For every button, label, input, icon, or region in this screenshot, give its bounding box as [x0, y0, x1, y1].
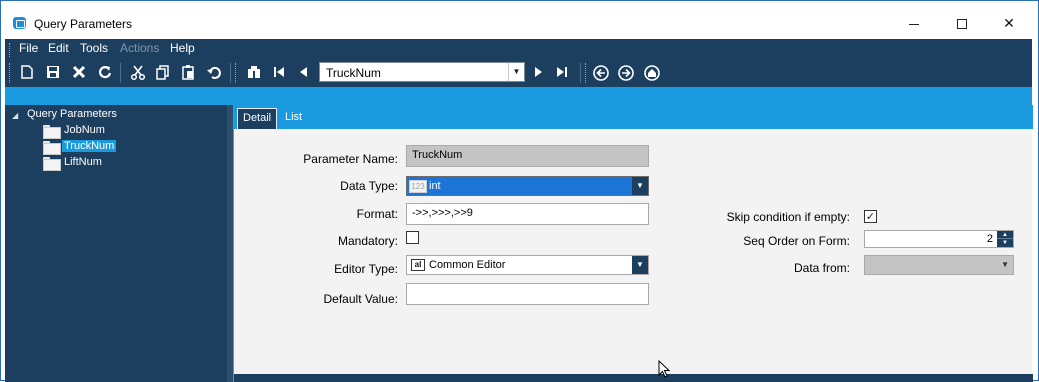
skip-condition-label: Skip condition if empty: — [726, 210, 850, 224]
data-type-combo[interactable]: 123 int ▼ — [406, 176, 649, 196]
detail-panel: Detail List Parameter Name: TruckNum Dat… — [233, 105, 1033, 382]
editor-type-combo[interactable]: aI Common Editor ▼ — [406, 255, 649, 275]
back-icon[interactable] — [592, 64, 610, 82]
refresh-icon[interactable] — [96, 64, 114, 82]
folder-icon — [43, 157, 61, 171]
menu-grip — [9, 43, 11, 57]
title-bar: Query Parameters ✕ — [1, 1, 1038, 39]
folder-icon — [43, 125, 61, 139]
close-icon: ✕ — [1003, 15, 1015, 31]
seq-order-value: 2 — [986, 233, 993, 245]
data-type-value: int — [429, 180, 441, 192]
seq-order-spin-buttons: ▲ ▼ — [997, 231, 1013, 247]
toolbar-separator — [580, 63, 581, 83]
seq-order-label: Seq Order on Form: — [743, 234, 850, 248]
seq-order-spinner[interactable]: 2 ▲ ▼ — [864, 230, 1014, 248]
format-field[interactable]: ->>,>>>,>>9 — [406, 203, 649, 225]
default-value-field[interactable] — [406, 283, 649, 305]
last-record-icon[interactable] — [553, 64, 571, 82]
copy-icon[interactable] — [154, 64, 172, 82]
mandatory-label: Mandatory: — [337, 234, 398, 248]
save-icon[interactable] — [44, 64, 62, 82]
new-icon[interactable] — [18, 64, 36, 82]
parameter-name-field: TruckNum — [406, 145, 649, 167]
app-icon — [13, 17, 26, 29]
menu-file[interactable]: File — [19, 41, 38, 55]
minimize-button[interactable] — [891, 9, 937, 37]
previous-record-icon[interactable] — [295, 64, 313, 82]
chevron-down-icon[interactable]: ▼ — [632, 256, 648, 274]
mouse-cursor-icon — [658, 360, 670, 378]
cut-icon[interactable] — [129, 64, 147, 82]
forward-icon[interactable] — [617, 64, 635, 82]
spin-down-icon[interactable]: ▼ — [997, 239, 1013, 247]
home-icon[interactable] — [643, 64, 661, 82]
editor-type-icon: aI — [411, 259, 425, 271]
menu-tools[interactable]: Tools — [80, 41, 108, 55]
header-strip — [5, 87, 1032, 105]
paste-icon[interactable] — [179, 64, 197, 82]
editor-type-value: Common Editor — [429, 259, 506, 271]
field-selector-value: TruckNum — [326, 66, 381, 80]
tab-bar: Detail List — [234, 105, 1033, 129]
menu-actions[interactable]: Actions — [120, 41, 159, 55]
undo-icon[interactable] — [205, 64, 223, 82]
skip-condition-checkbox[interactable]: ✓ — [864, 210, 877, 223]
tab-list[interactable]: List — [280, 108, 307, 129]
tree-item-trucknum[interactable]: TruckNum — [62, 140, 117, 152]
toolbar-grip — [585, 63, 587, 83]
tree-item-liftnum[interactable]: LiftNum — [64, 156, 102, 168]
toolbar-separator — [230, 63, 231, 83]
mandatory-checkbox[interactable] — [406, 231, 419, 244]
tree-root[interactable]: Query Parameters — [27, 108, 117, 120]
chevron-down-icon[interactable]: ▼ — [508, 63, 524, 81]
delete-icon[interactable] — [70, 64, 88, 82]
parameter-name-label: Parameter Name: — [303, 152, 398, 166]
menu-help[interactable]: Help — [170, 41, 195, 55]
tree-expand-icon[interactable]: ◢ — [12, 111, 18, 120]
find-icon[interactable] — [245, 64, 263, 82]
editor-type-label: Editor Type: — [334, 262, 398, 276]
default-value-label: Default Value: — [323, 292, 399, 306]
window-title: Query Parameters — [34, 17, 133, 31]
menu-toolbar-area: File Edit Tools Actions Help TruckNum ▼ — [5, 39, 1032, 87]
format-label: Format: — [356, 207, 398, 221]
minimize-icon — [909, 23, 919, 25]
spin-up-icon[interactable]: ▲ — [997, 231, 1013, 239]
first-record-icon[interactable] — [270, 64, 288, 82]
field-selector[interactable]: TruckNum ▼ — [319, 62, 525, 82]
tree-panel: ◢ Query Parameters JobNum TruckNum LiftN… — [5, 105, 227, 382]
folder-icon — [43, 141, 61, 155]
tab-detail[interactable]: Detail — [237, 108, 278, 129]
data-from-combo[interactable]: ▼ — [864, 255, 1014, 275]
close-button[interactable]: ✕ — [986, 9, 1032, 37]
data-from-label: Data from: — [793, 261, 850, 275]
maximize-icon — [957, 19, 967, 30]
next-record-icon[interactable] — [529, 64, 547, 82]
toolbar-separator — [120, 63, 121, 83]
query-parameters-window: Query Parameters ✕ File Edit Tools Actio… — [0, 0, 1039, 382]
data-type-icon: 123 — [409, 180, 427, 193]
toolbar-grip — [9, 63, 11, 83]
data-type-label: Data Type: — [340, 179, 398, 193]
chevron-down-icon[interactable]: ▼ — [632, 177, 648, 195]
tree-item-jobnum[interactable]: JobNum — [64, 124, 105, 136]
menu-edit[interactable]: Edit — [48, 41, 69, 55]
chevron-down-icon[interactable]: ▼ — [1001, 260, 1009, 269]
maximize-button[interactable] — [939, 9, 985, 37]
toolbar-grip — [235, 63, 237, 83]
